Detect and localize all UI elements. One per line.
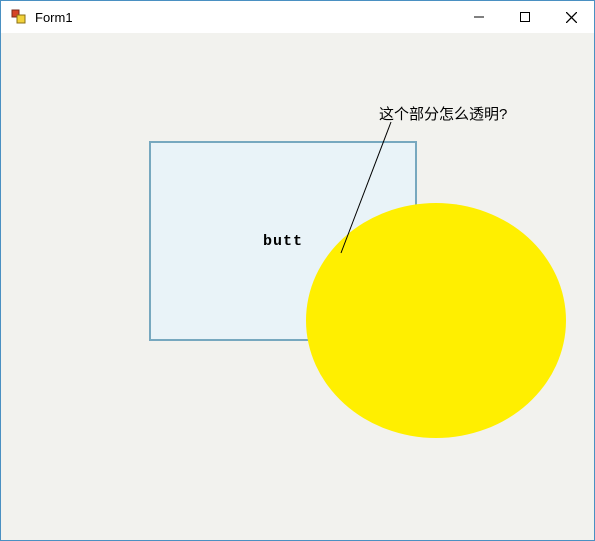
client-area: butt 这个部分怎么透明? bbox=[1, 33, 594, 540]
minimize-icon bbox=[474, 12, 484, 22]
minimize-button[interactable] bbox=[456, 1, 502, 33]
annotation-text: 这个部分怎么透明? bbox=[379, 103, 507, 124]
app-icon bbox=[11, 9, 27, 25]
maximize-icon bbox=[520, 12, 530, 22]
close-button[interactable] bbox=[548, 1, 594, 33]
yellow-ellipse-shape bbox=[306, 203, 566, 438]
titlebar[interactable]: Form1 bbox=[1, 1, 594, 34]
maximize-button[interactable] bbox=[502, 1, 548, 33]
app-window: Form1 butt 这个部分怎么透明? bbox=[0, 0, 595, 541]
close-icon bbox=[566, 12, 577, 23]
panel-button-label: butt bbox=[263, 233, 303, 250]
window-title: Form1 bbox=[35, 10, 73, 25]
